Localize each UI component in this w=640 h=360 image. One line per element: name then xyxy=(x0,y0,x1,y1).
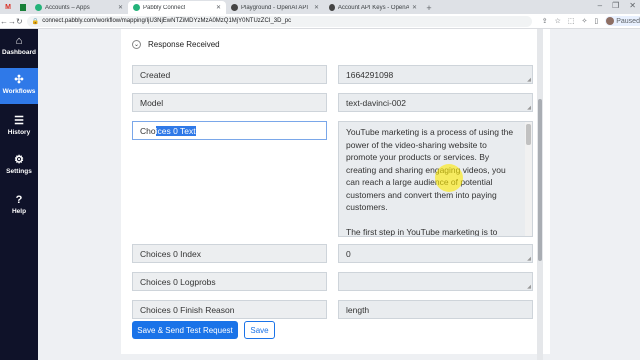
forward-icon[interactable]: → xyxy=(8,17,16,26)
sidebar-item-label: Workflows xyxy=(2,88,36,95)
url-field[interactable]: 🔒 connect.pabbly.com/workflow/mapping/Ij… xyxy=(26,15,532,27)
section-header[interactable]: ⌄ Response Received xyxy=(132,40,220,49)
close-icon[interactable]: ✕ xyxy=(314,4,319,11)
close-window-icon[interactable]: ✕ xyxy=(629,1,636,10)
workflow-icon: ✣ xyxy=(14,74,24,86)
field-label-model: Model xyxy=(132,93,327,112)
browser-tab-strip: M Accounts – Apps ✕ Pabbly Connect ✕ Pla… xyxy=(0,0,640,14)
mapping-panel: ⌄ Response Received Created 1664291098 ◢… xyxy=(121,29,550,354)
url-text: connect.pabbly.com/workflow/mapping/IjU3… xyxy=(42,18,292,24)
field-value-text: text-davinci-002 xyxy=(346,97,407,108)
reload-icon[interactable]: ↻ xyxy=(16,17,23,26)
textarea-scrollbar[interactable] xyxy=(525,122,532,236)
puzzle-icon[interactable]: ✧ xyxy=(581,17,587,25)
pabbly-favicon xyxy=(35,4,42,11)
resize-handle-icon[interactable]: ◢ xyxy=(527,105,531,111)
profile-button[interactable]: Paused xyxy=(605,16,640,26)
field-value-choices-0-logprobs[interactable]: ◢ xyxy=(338,272,533,291)
tab-label: Playground - OpenAI API xyxy=(241,4,309,11)
field-value-choices-0-text[interactable]: YouTube marketing is a process of using … xyxy=(338,121,533,237)
tab-api-keys[interactable]: Account API Keys - OpenAI API ✕ xyxy=(324,1,422,14)
sidebar: ⌂ Dashboard ✣ Workflows ☰ History ⚙ Sett… xyxy=(0,29,38,360)
sidebar-item-label: Settings xyxy=(6,168,32,175)
resize-handle-icon[interactable]: ◢ xyxy=(527,256,531,262)
field-label-choices-0-logprobs: Choices 0 Logprobs xyxy=(132,272,327,291)
field-label-text: Choices 0 Finish Reason xyxy=(140,304,235,315)
field-value-model[interactable]: text-davinci-002 ◢ xyxy=(338,93,533,112)
field-value-choices-0-finish-reason[interactable]: length xyxy=(338,300,533,319)
tab-gmail[interactable]: M xyxy=(0,1,16,14)
sidebar-item-history[interactable]: ☰ History xyxy=(0,115,38,141)
extensions: ⇪ ☆ ⬚ ✧ ▯ Paused ⋮ xyxy=(542,16,640,26)
tab-label: Accounts – Apps xyxy=(45,4,90,11)
field-label-created: Created xyxy=(132,65,327,84)
sheets-icon xyxy=(20,4,26,11)
resize-handle-icon[interactable]: ◢ xyxy=(527,77,531,83)
save-and-send-test-request-button[interactable]: Save & Send Test Request xyxy=(132,321,238,339)
field-value-choices-0-index[interactable]: 0 ◢ xyxy=(338,244,533,263)
save-button[interactable]: Save xyxy=(244,321,275,339)
field-label-choices-0-index: Choices 0 Index xyxy=(132,244,327,263)
field-label-choices-0-text[interactable]: Cho ices 0 Text xyxy=(132,121,327,140)
avatar xyxy=(606,17,615,25)
maximize-icon[interactable]: ❐ xyxy=(612,1,619,10)
pabbly-favicon xyxy=(133,4,140,11)
sidebar-item-help[interactable]: ? Help xyxy=(0,194,38,220)
sidebar-item-label: Help xyxy=(11,208,27,215)
field-label-text: Choices 0 Index xyxy=(140,248,201,259)
minimize-icon[interactable]: – xyxy=(598,1,602,10)
sidebar-item-label: Dashboard xyxy=(2,49,36,56)
tab-accounts-apps[interactable]: Accounts – Apps ✕ xyxy=(30,1,128,14)
tab-sheets[interactable] xyxy=(16,1,30,14)
field-value-text: 1664291098 xyxy=(346,69,394,80)
field-value-text: length xyxy=(346,304,370,315)
close-icon[interactable]: ✕ xyxy=(412,4,417,11)
tab-label: Account API Keys - OpenAI API xyxy=(337,4,409,11)
history-icon: ☰ xyxy=(14,115,24,127)
share-icon[interactable]: ⇪ xyxy=(542,17,548,25)
openai-favicon xyxy=(329,4,335,11)
sidebar-item-workflows[interactable]: ✣ Workflows xyxy=(0,68,38,104)
tab-pabbly-connect[interactable]: Pabbly Connect ✕ xyxy=(128,1,226,14)
page-scrollbar[interactable] xyxy=(537,29,543,360)
gmail-icon: M xyxy=(5,4,11,11)
tab-playground[interactable]: Playground - OpenAI API ✕ xyxy=(226,1,324,14)
gear-icon: ⚙ xyxy=(14,154,24,166)
selected-text: ices 0 Text xyxy=(155,125,196,136)
field-label-text: Created xyxy=(140,69,171,80)
field-label-text: Choices 0 Logprobs xyxy=(140,276,216,287)
help-icon: ? xyxy=(15,194,23,206)
chevron-down-icon[interactable]: ⌄ xyxy=(132,40,141,49)
profile-status: Paused xyxy=(616,17,640,25)
lock-icon: 🔒 xyxy=(31,18,40,25)
field-value-text: 0 xyxy=(346,248,351,259)
close-icon[interactable]: ✕ xyxy=(216,4,221,11)
extension-icon[interactable]: ⬚ xyxy=(568,17,575,25)
back-icon[interactable]: ← xyxy=(0,17,8,26)
sidebar-item-dashboard[interactable]: ⌂ Dashboard xyxy=(0,35,38,65)
window-controls: – ❐ ✕ xyxy=(598,1,636,10)
resize-handle-icon[interactable]: ◢ xyxy=(527,284,531,290)
new-tab-button[interactable]: + xyxy=(422,1,436,14)
choices-text-paragraph: YouTube marketing is a process of using … xyxy=(346,127,514,212)
sidepanel-icon[interactable]: ▯ xyxy=(594,17,598,25)
sidebar-item-label: History xyxy=(7,129,31,136)
openai-favicon xyxy=(231,4,238,11)
home-icon: ⌂ xyxy=(15,35,23,47)
choices-text-paragraph: The first step in YouTube marketing is t… xyxy=(346,226,498,237)
field-label-choices-0-finish-reason: Choices 0 Finish Reason xyxy=(132,300,327,319)
page-scroll-thumb[interactable] xyxy=(538,99,542,261)
textarea-scroll-thumb[interactable] xyxy=(526,124,531,145)
field-value-created[interactable]: 1664291098 ◢ xyxy=(338,65,533,84)
field-label-text: Cho xyxy=(140,125,156,136)
section-title: Response Received xyxy=(148,40,220,49)
close-icon[interactable]: ✕ xyxy=(118,4,123,11)
star-icon[interactable]: ☆ xyxy=(555,17,561,25)
tab-label: Pabbly Connect xyxy=(143,4,186,11)
address-bar: ← → ↻ 🔒 connect.pabbly.com/workflow/mapp… xyxy=(0,14,640,29)
sidebar-item-settings[interactable]: ⚙ Settings xyxy=(0,154,38,180)
field-label-text: Model xyxy=(140,97,164,108)
